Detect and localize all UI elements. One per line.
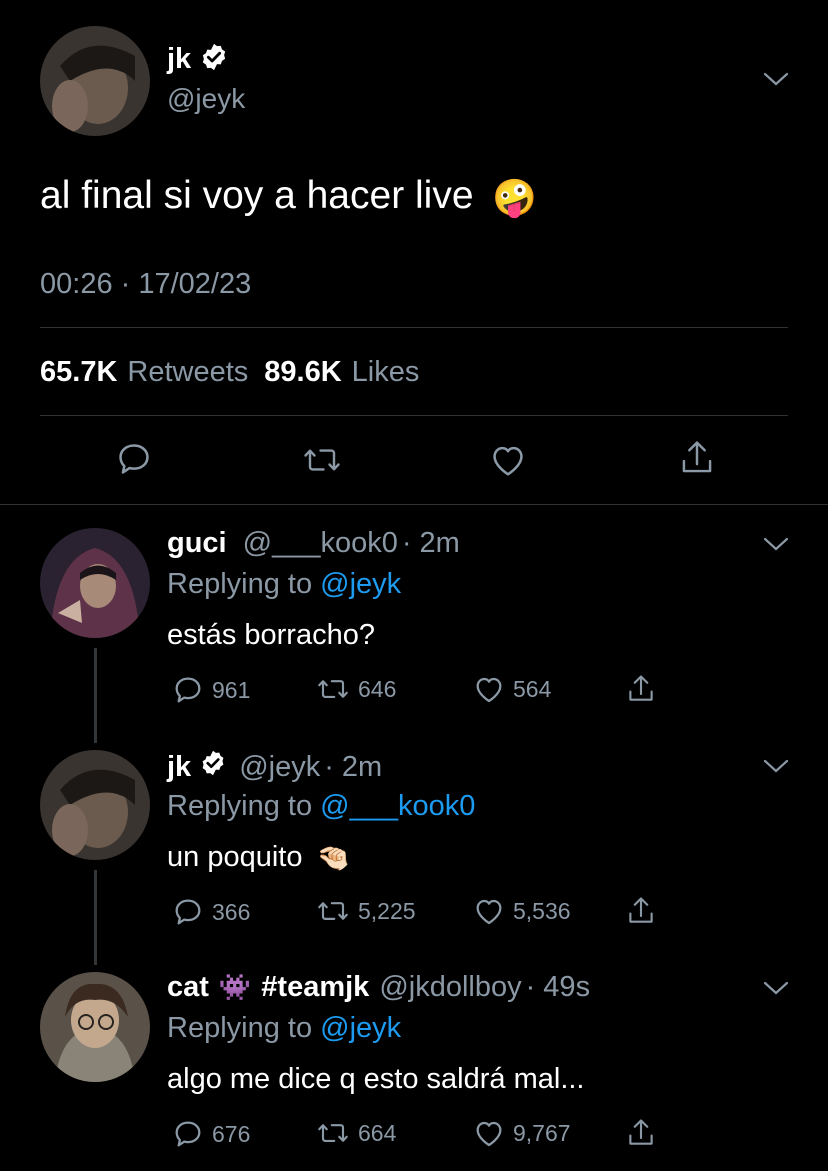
share-icon [629, 675, 653, 701]
like-button[interactable]: 5,536 [473, 896, 571, 926]
avatar-jk[interactable] [40, 750, 150, 860]
retweet-button[interactable] [302, 442, 342, 483]
retweet-count: 664 [358, 1119, 397, 1146]
like-button[interactable] [489, 442, 527, 483]
reply-button[interactable]: 366 [172, 896, 250, 928]
tweet-text: un poquito [167, 841, 303, 873]
divider [40, 415, 788, 416]
retweet-count: 646 [358, 675, 397, 702]
like-count: 564 [513, 675, 552, 702]
display-name[interactable]: guci [167, 527, 227, 560]
share-icon [682, 441, 712, 473]
replying-to-label: Replying to [167, 1012, 313, 1044]
retweets-label: Retweets [127, 356, 249, 388]
retweet-count: 5,225 [358, 897, 416, 924]
retweet-icon [318, 680, 348, 698]
zany-face-emoji: 🤪 [492, 176, 538, 218]
reply-button[interactable]: 676 [172, 1118, 250, 1150]
verified-badge-icon [199, 749, 227, 785]
like-button[interactable]: 9,767 [473, 1118, 571, 1148]
avatar-jk[interactable] [40, 26, 150, 136]
heart-icon [493, 446, 523, 476]
display-name-hashtag[interactable]: #teamjk [261, 971, 369, 1004]
reply-button[interactable] [115, 440, 153, 483]
chevron-down-icon[interactable] [762, 979, 790, 1002]
mention-link[interactable]: @___kook0 [320, 790, 475, 822]
share-button[interactable] [678, 438, 716, 483]
handle[interactable]: @jkdollboy [379, 971, 521, 1004]
share-icon [629, 1119, 653, 1145]
share-icon [629, 897, 653, 923]
tweet-timestamp[interactable]: 00:26 · 17/02/23 [40, 268, 251, 301]
mention-link[interactable]: @jeyk [320, 568, 401, 600]
retweet-icon [318, 1124, 348, 1142]
retweet-icon [304, 449, 340, 471]
reply-count: 676 [212, 1120, 251, 1147]
reply-icon [119, 444, 149, 474]
retweet-button[interactable]: 646 [316, 674, 396, 704]
reply-icon [175, 899, 201, 925]
tweet-text: al final si voy a hacer live [40, 174, 474, 217]
thread-connector-line [94, 870, 97, 965]
retweets-count: 65.7K [40, 356, 118, 388]
share-button[interactable] [626, 1116, 656, 1155]
thread-connector-line [94, 648, 97, 743]
time-ago[interactable]: · 49s [526, 971, 590, 1004]
reply-count: 366 [212, 898, 251, 925]
time-ago[interactable]: · 2m [402, 527, 460, 560]
retweet-icon [318, 902, 348, 920]
heart-icon [476, 1121, 502, 1147]
replying-to-label: Replying to [167, 568, 313, 600]
tweet-text: estás borracho? [167, 619, 375, 651]
reply-icon [175, 1121, 201, 1147]
avatar-guci[interactable] [40, 528, 150, 638]
pinching-hand-emoji: 🤏🏻 [316, 843, 351, 874]
retweet-button[interactable]: 5,225 [316, 896, 416, 926]
likes-count: 89.6K [264, 356, 342, 388]
display-name[interactable]: cat [167, 971, 209, 1004]
replying-to-label: Replying to [167, 790, 313, 822]
heart-icon [476, 899, 502, 925]
display-name[interactable]: jk [167, 751, 191, 784]
divider [40, 327, 788, 328]
tweet-text: algo me dice q esto saldrá mal... [167, 1063, 585, 1095]
divider [0, 504, 828, 505]
chevron-down-icon[interactable] [762, 70, 790, 93]
reply-button[interactable]: 961 [172, 674, 250, 706]
alien-monster-emoji: 👾 [218, 972, 252, 1002]
share-button[interactable] [626, 672, 656, 711]
avatar-cat[interactable] [40, 972, 150, 1082]
handle[interactable]: @jeyk [167, 83, 245, 115]
heart-icon [476, 677, 502, 703]
retweets-stat[interactable]: 65.7K Retweets [40, 356, 248, 389]
handle[interactable]: @___kook0 [243, 527, 398, 560]
likes-label: Likes [351, 356, 420, 388]
likes-stat[interactable]: 89.6K Likes [264, 356, 419, 389]
mention-link[interactable]: @jeyk [320, 1012, 401, 1044]
share-button[interactable] [626, 894, 656, 933]
reply-icon [175, 677, 201, 703]
like-count: 9,767 [513, 1119, 571, 1146]
retweet-button[interactable]: 664 [316, 1118, 396, 1148]
reply-count: 961 [212, 676, 251, 703]
like-count: 5,536 [513, 897, 571, 924]
time-ago[interactable]: · 2m [324, 751, 382, 784]
chevron-down-icon[interactable] [762, 535, 790, 558]
chevron-down-icon[interactable] [762, 757, 790, 780]
handle[interactable]: @jeyk [239, 751, 320, 784]
like-button[interactable]: 564 [473, 674, 551, 704]
verified-badge-icon [199, 42, 229, 77]
display-name[interactable]: jk [167, 43, 191, 76]
